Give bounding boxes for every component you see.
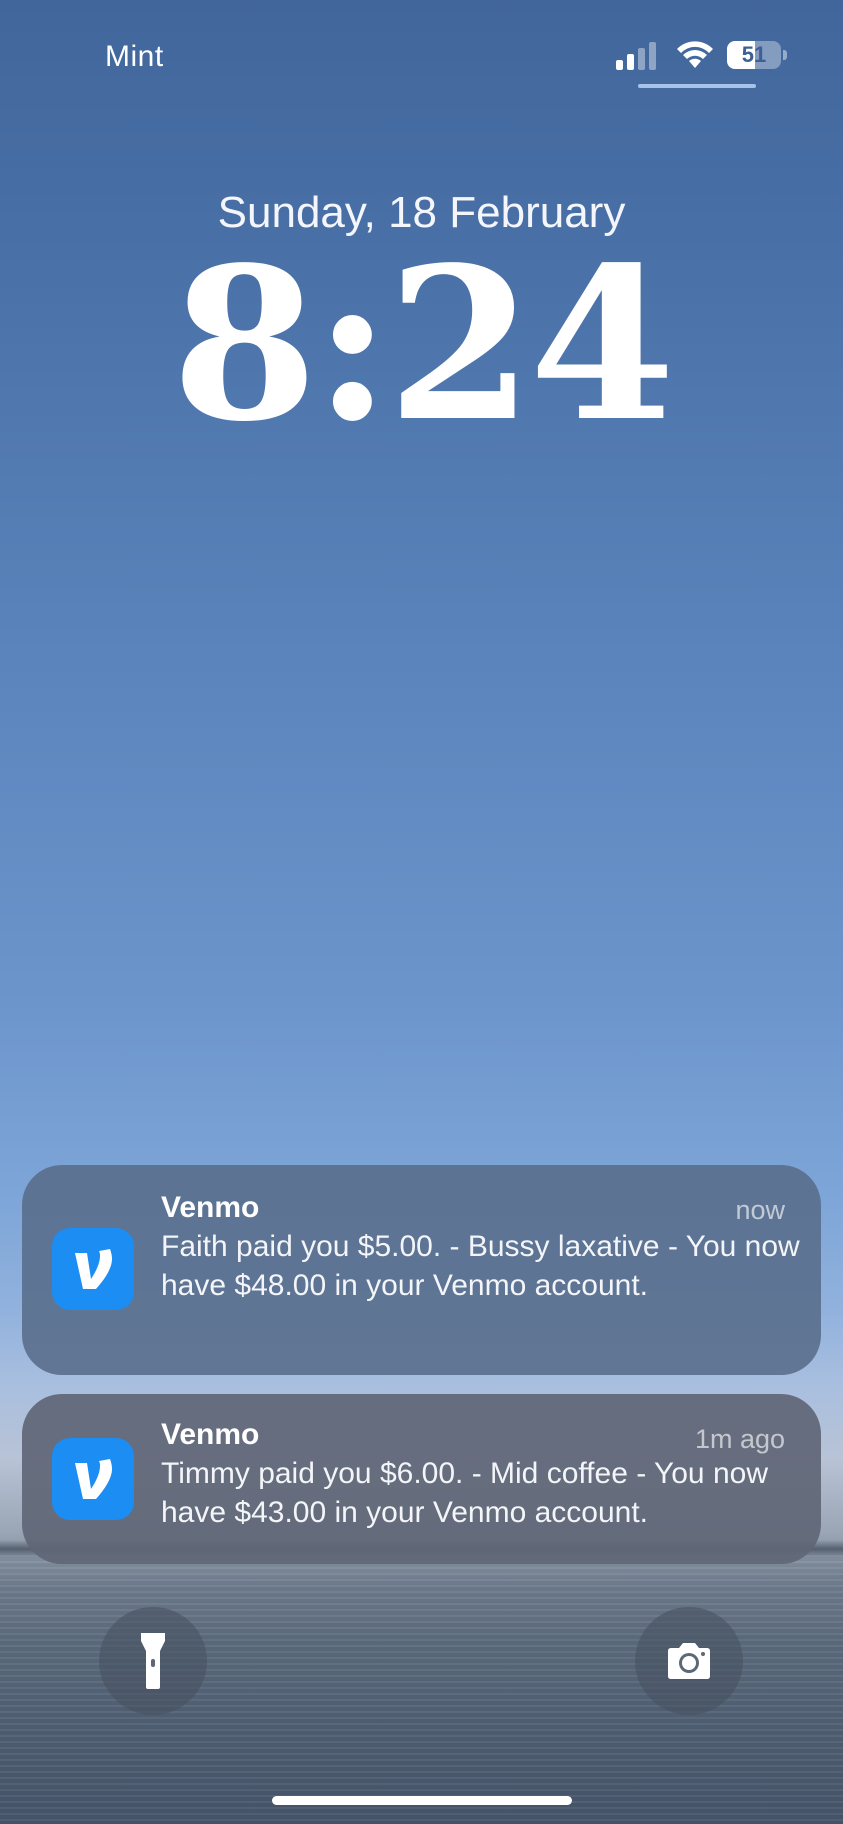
lock-clock[interactable]: 8:24 [0, 240, 843, 450]
wifi-icon [677, 41, 713, 68]
camera-button[interactable] [635, 1607, 743, 1715]
cellular-signal-icon [616, 42, 656, 70]
notification-time: 1m ago [694, 1424, 785, 1454]
venmo-app-icon [52, 1228, 134, 1310]
notification-body: Faith paid you $5.00. - Bussy laxative -… [161, 1230, 800, 1302]
battery-level: 51 [741, 42, 767, 67]
camera-icon [668, 1643, 710, 1679]
notification-time: now [735, 1195, 785, 1225]
status-bar: Mint 51 [0, 0, 843, 100]
venmo-app-icon [52, 1438, 134, 1520]
notification-app-name: Venmo [161, 1418, 260, 1451]
flashlight-icon [141, 1633, 165, 1689]
carrier-name: Mint [105, 40, 164, 73]
notification-body: Timmy paid you $6.00. - Mid coffee - You… [161, 1457, 768, 1529]
flashlight-button[interactable] [99, 1607, 207, 1715]
battery-icon: 51 [727, 41, 787, 71]
notification-app-name: Venmo [161, 1191, 260, 1224]
battery-underline [638, 84, 756, 88]
notification-card[interactable]: Venmo now Faith paid you $5.00. - Bussy … [22, 1165, 821, 1375]
notification-card[interactable]: Venmo 1m ago Timmy paid you $6.00. - Mid… [22, 1394, 821, 1564]
home-indicator[interactable] [272, 1796, 572, 1805]
